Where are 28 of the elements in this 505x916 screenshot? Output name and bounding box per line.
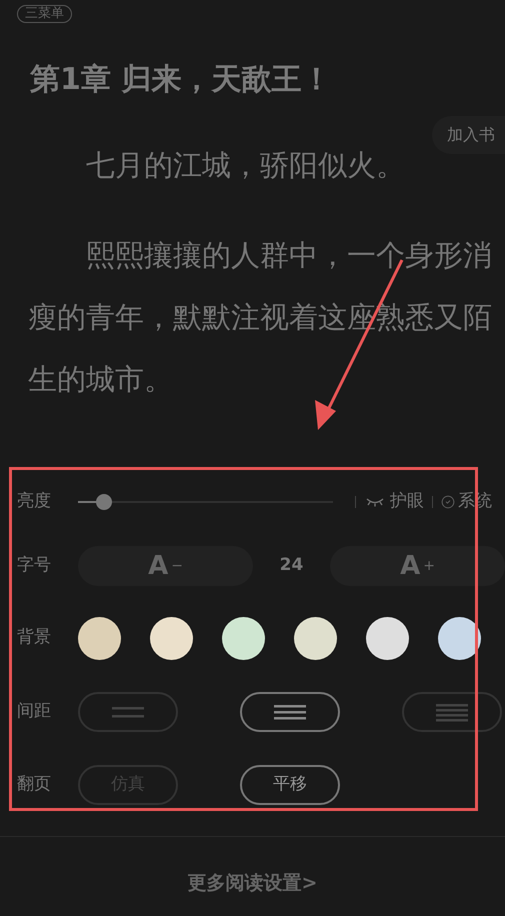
background-swatch[interactable] [294, 616, 337, 660]
slider-thumb[interactable] [96, 494, 112, 510]
add-to-shelf-button[interactable]: 加入书 [432, 116, 505, 154]
setting-label: 间距 [17, 701, 51, 722]
increase-font-button[interactable]: A+ [330, 546, 505, 586]
background-swatch[interactable] [438, 616, 481, 660]
spacing-option[interactable] [240, 692, 340, 732]
setting-label: 背景 [17, 627, 51, 648]
paragraph: 七月的江城，骄阳似火。 [85, 147, 405, 184]
brightness-slider[interactable] [78, 494, 333, 510]
spacing-option[interactable] [402, 692, 502, 732]
eye-care-button[interactable]: 护眼 [366, 489, 424, 515]
setting-label: 字号 [17, 555, 51, 576]
background-swatch[interactable] [150, 616, 193, 660]
setting-label: 翻页 [17, 774, 51, 794]
background-swatch[interactable] [222, 616, 265, 660]
line-spacing-icon [436, 701, 468, 723]
setting-label: 亮度 [17, 491, 51, 512]
font-size-value: 24 [278, 554, 304, 578]
background-swatch[interactable] [366, 616, 409, 660]
chapter-title: 第1章 归来，天歃王！ [29, 62, 332, 98]
page-turn-option[interactable]: 平移 [240, 765, 340, 805]
decrease-font-button[interactable]: A− [78, 546, 253, 586]
menu-button[interactable]: 三菜单 [17, 5, 72, 23]
more-settings-link[interactable]: 更多阅读设置> [188, 869, 318, 898]
check-circle-icon [441, 495, 455, 509]
background-swatch[interactable] [78, 616, 121, 660]
closed-eye-icon [366, 497, 384, 507]
